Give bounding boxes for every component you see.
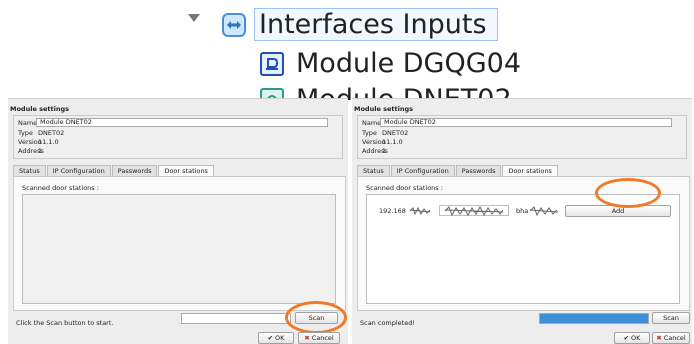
address-value: 1 [382, 147, 387, 155]
door-stations-list[interactable] [22, 194, 336, 304]
cancel-x-icon: ✖ [304, 334, 310, 342]
tree-node-module-dgqg04[interactable]: Module DGQG04 [260, 48, 521, 79]
tree-view: Interfaces Inputs Module DGQG04 Module D… [0, 0, 694, 100]
tab-passwords[interactable]: Passwords [455, 165, 502, 176]
highlight-ring [285, 301, 347, 334]
tab-ip-configuration[interactable]: IP Configuration [390, 165, 455, 176]
dialog-title: Module settings [10, 105, 69, 113]
name-key: Name [18, 119, 38, 127]
interfaces-icon [222, 12, 246, 37]
ok-button[interactable]: ✔ OK [258, 332, 294, 344]
tab-ip-configuration[interactable]: IP Configuration [46, 165, 111, 176]
name-input[interactable]: Module DNET02 [36, 118, 328, 127]
redacted-scribble [529, 206, 559, 216]
address-value: 1 [38, 147, 43, 155]
door-station-name-field[interactable] [439, 205, 509, 216]
type-value: DNET02 [382, 129, 409, 137]
ok-button[interactable]: ✔ OK [614, 332, 650, 344]
ok-check-icon: ✔ [267, 334, 274, 342]
module-info-box: Name Module DNET02 Type DNET02 Version 1… [13, 115, 343, 159]
door-stations-tab-body: Scanned door stations : [13, 176, 346, 311]
scan-button[interactable]: Scan [652, 312, 690, 324]
tree-label-interfaces: Interfaces Inputs [259, 9, 487, 40]
module-settings-dialog-after: Module settings Name Module DNET02 Type … [352, 98, 692, 344]
cancel-button[interactable]: ✖ Cancel [652, 332, 690, 344]
name-input[interactable]: Module DNET02 [380, 118, 672, 127]
status-text: Scan completed! [360, 319, 415, 327]
status-text: Click the Scan button to start. [16, 319, 114, 327]
tree-node-interfaces[interactable]: Interfaces Inputs [222, 8, 498, 41]
tab-status[interactable]: Status [13, 165, 46, 176]
ok-label: OK [275, 334, 285, 342]
scan-progress-fill [540, 314, 648, 323]
cancel-x-icon: ✖ [656, 334, 662, 342]
scanned-label: Scanned door stations : [366, 184, 443, 192]
scanned-label: Scanned door stations : [22, 184, 99, 192]
type-value: DNET02 [38, 129, 65, 137]
ok-check-icon: ✔ [623, 334, 630, 342]
redacted-scribble [409, 206, 431, 216]
cancel-label: Cancel [663, 334, 686, 342]
module-settings-dialog-before: Module settings Name Module DNET02 Type … [8, 98, 348, 344]
dialog-title: Module settings [354, 105, 413, 113]
scan-progress-bar [181, 313, 291, 324]
redacted-scribble [444, 206, 504, 216]
door-station-ip: 192.168 [379, 207, 406, 215]
type-key: Type [18, 129, 33, 137]
cancel-button[interactable]: ✖ Cancel [298, 332, 340, 344]
module-icon [260, 51, 284, 76]
door-station-prefix: bha [516, 207, 529, 215]
name-key: Name [362, 119, 382, 127]
tree-label-module-dgqg04: Module DGQG04 [296, 48, 522, 79]
door-stations-list[interactable]: 192.168 bha Add [366, 194, 680, 304]
ok-label: OK [631, 334, 641, 342]
settings-tabs: Status IP Configuration Passwords Door s… [13, 165, 215, 177]
version-value: 11.1.0 [38, 138, 59, 146]
cancel-label: Cancel [311, 334, 334, 342]
tab-passwords[interactable]: Passwords [111, 165, 158, 176]
type-key: Type [362, 129, 377, 137]
expand-arrow-icon[interactable] [188, 14, 200, 22]
version-value: 11.1.0 [382, 138, 403, 146]
module-info-box: Name Module DNET02 Type DNET02 Version 1… [357, 115, 687, 159]
highlight-ring [595, 178, 661, 208]
scan-progress-bar [539, 313, 649, 324]
tab-status[interactable]: Status [357, 165, 390, 176]
settings-tabs: Status IP Configuration Passwords Door s… [357, 165, 559, 177]
